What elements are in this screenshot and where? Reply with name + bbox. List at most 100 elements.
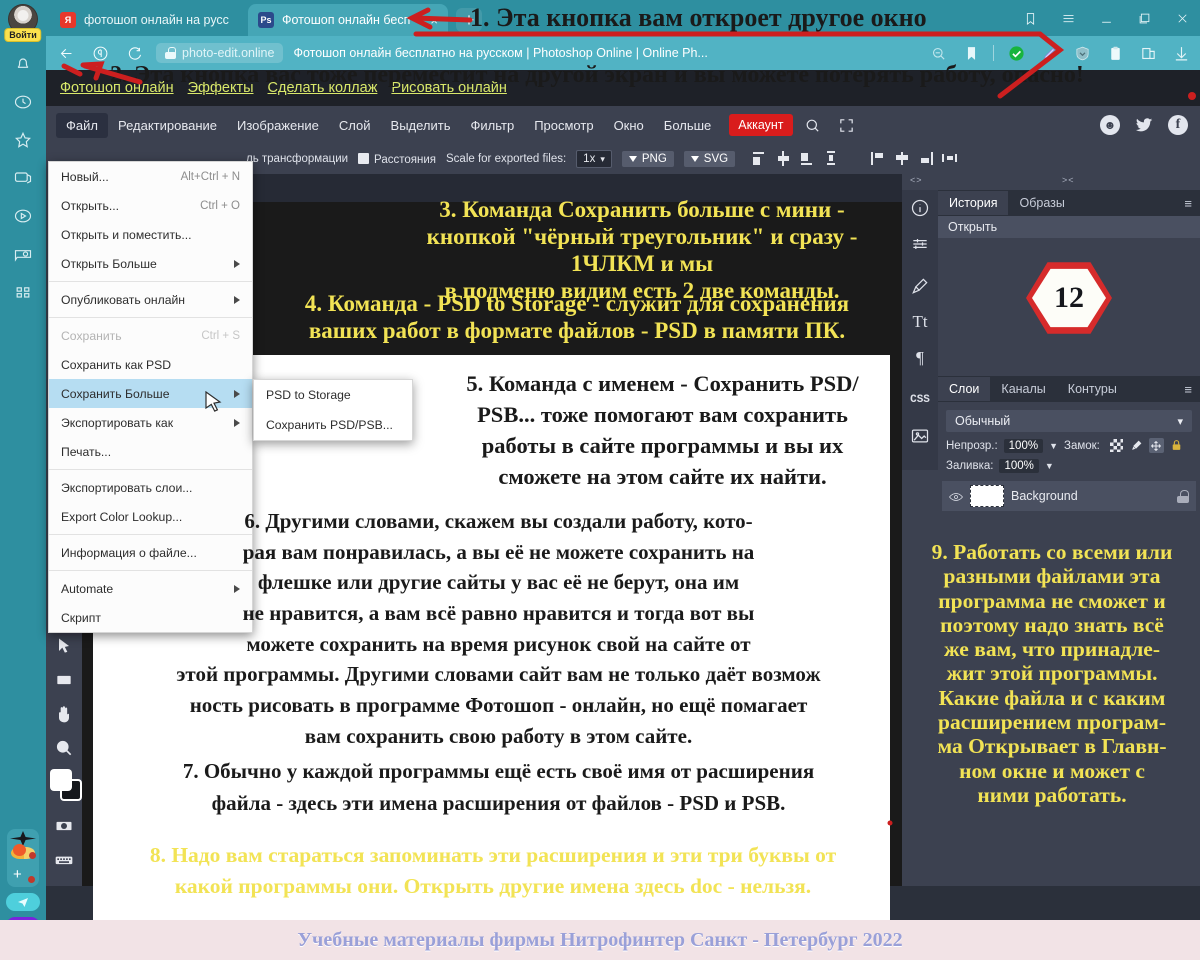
facebook-icon[interactable]: f (1168, 115, 1188, 135)
zoom-icon[interactable] (46, 731, 82, 765)
hand-icon[interactable] (46, 697, 82, 731)
submenu-save-psd-psb[interactable]: Сохранить PSD/PSB... (254, 410, 412, 440)
search-icon[interactable] (799, 112, 827, 138)
info-icon[interactable] (902, 190, 938, 226)
star-icon[interactable] (10, 128, 36, 152)
menu-save-as-psd[interactable]: Сохранить как PSD (49, 350, 252, 379)
menu-item-filter[interactable]: Фильтр (461, 113, 525, 138)
browser-tab-2[interactable]: Ps Фотошоп онлайн бесп × (248, 4, 448, 36)
collapse-left-icon[interactable]: <> (910, 175, 923, 185)
menu-export-layers[interactable]: Экспортировать слои... (49, 473, 252, 502)
close-icon[interactable] (1166, 6, 1198, 30)
add-app-icon[interactable]: + (13, 866, 22, 883)
distribute-vertical-icon[interactable] (823, 150, 841, 168)
brush-icon[interactable] (902, 268, 938, 304)
apps-grid-icon[interactable] (10, 280, 36, 304)
menu-item-edit[interactable]: Редактирование (108, 113, 227, 138)
direct-selection-icon[interactable] (46, 629, 82, 663)
record-icon[interactable] (46, 809, 82, 843)
close-icon[interactable]: × (430, 13, 438, 28)
fullscreen-icon[interactable] (833, 112, 861, 138)
reddit-icon[interactable]: ☻ (1100, 115, 1120, 135)
align-right-icon[interactable] (917, 150, 935, 168)
align-bottom-icon[interactable] (799, 150, 817, 168)
lock-position-icon[interactable] (1148, 438, 1164, 453)
chevron-down-icon[interactable]: ▼ (1045, 461, 1054, 471)
export-png-button[interactable]: PNG (621, 151, 674, 167)
url-chip[interactable]: photo-edit.online (156, 43, 284, 63)
fill-value[interactable]: 100% (999, 459, 1039, 473)
telegram-icon[interactable] (6, 893, 40, 911)
back-arrow-icon[interactable] (54, 41, 78, 65)
submenu-psd-to-storage[interactable]: PSD to Storage (254, 380, 412, 410)
menu-item-window[interactable]: Окно (604, 113, 654, 138)
clock-icon[interactable] (10, 90, 36, 114)
download-icon[interactable] (1170, 42, 1192, 64)
color-swatches-icon[interactable] (46, 765, 82, 809)
zoom-out-icon[interactable] (927, 42, 949, 64)
bookmark-icon[interactable] (1014, 6, 1046, 30)
avatar[interactable]: Войти (3, 4, 43, 42)
tab-channels[interactable]: Каналы (990, 377, 1056, 401)
maximize-icon[interactable] (1128, 6, 1160, 30)
lock-paint-icon[interactable] (1129, 438, 1144, 453)
align-top-icon[interactable] (751, 150, 769, 168)
bookmark-filled-icon[interactable] (960, 42, 982, 64)
distances-checkbox[interactable]: Расстояния (358, 152, 436, 166)
eye-icon[interactable] (949, 490, 963, 502)
menu-open[interactable]: Открыть... Ctrl + O (49, 191, 252, 220)
lock-all-icon[interactable] (1169, 438, 1184, 453)
menu-item-select[interactable]: Выделить (381, 113, 461, 138)
adjustments-icon[interactable] (902, 226, 938, 262)
blend-mode-select[interactable]: Обычный ▾ (946, 410, 1192, 432)
browser-tab-1[interactable]: Я фотошоп онлайн на русс (50, 4, 250, 36)
chevron-down-icon[interactable]: ▼ (1049, 441, 1058, 451)
menu-open-more[interactable]: Открыть Больше (49, 249, 252, 278)
screenshot-icon[interactable] (10, 242, 36, 266)
shield-down-icon[interactable] (1071, 42, 1093, 64)
hamburger-icon[interactable]: ≡ (1184, 196, 1200, 211)
login-badge[interactable]: Войти (4, 28, 42, 42)
menu-icon[interactable] (1052, 6, 1084, 30)
menu-item-image[interactable]: Изображение (227, 113, 329, 138)
tab-paths[interactable]: Контуры (1057, 377, 1128, 401)
tab-images[interactable]: Образы (1008, 191, 1075, 215)
clipboard-icon[interactable] (1104, 42, 1126, 64)
align-left-icon[interactable] (869, 150, 887, 168)
account-button[interactable]: Аккаунт (729, 114, 793, 136)
layer-row-background[interactable]: Background (942, 481, 1196, 511)
scale-select[interactable]: 1x ▾ (576, 150, 612, 168)
history-item-open[interactable]: Открыть (938, 216, 1200, 238)
video-icon[interactable] (10, 204, 36, 228)
collapse-panel-icon[interactable]: >< (1062, 175, 1075, 185)
twitter-icon[interactable] (1134, 115, 1154, 135)
menu-new[interactable]: Новый... Alt+Ctrl + N (49, 162, 252, 191)
hamburger-icon[interactable]: ≡ (1184, 382, 1200, 397)
menu-publish-online[interactable]: Опубликовать онлайн (49, 285, 252, 314)
image-icon[interactable] (902, 418, 938, 454)
tab-history[interactable]: История (938, 191, 1009, 215)
export-svg-button[interactable]: SVG (683, 151, 736, 167)
menu-open-and-place[interactable]: Открыть и поместить... (49, 220, 252, 249)
type-icon[interactable]: Tt (902, 304, 938, 340)
align-vcenter-icon[interactable] (775, 150, 793, 168)
collections-icon[interactable] (10, 166, 36, 190)
css-icon[interactable]: CSS (902, 382, 938, 418)
foreground-color-swatch[interactable] (50, 769, 72, 791)
pen-icon[interactable] (1038, 42, 1060, 64)
menu-item-view[interactable]: Просмотр (524, 113, 603, 138)
yandex-icon[interactable] (88, 41, 112, 65)
bell-icon[interactable] (10, 52, 36, 76)
menu-item-layer[interactable]: Слой (329, 113, 381, 138)
keyboard-icon[interactable] (46, 843, 82, 877)
opacity-value[interactable]: 100% (1003, 438, 1044, 453)
save-more-submenu[interactable]: PSD to Storage Сохранить PSD/PSB... (253, 379, 413, 441)
protect-check-icon[interactable] (1005, 42, 1027, 64)
menu-item-more[interactable]: Больше (654, 113, 722, 138)
align-hcenter-icon[interactable] (893, 150, 911, 168)
distribute-horizontal-icon[interactable] (941, 150, 959, 168)
tab-layers[interactable]: Слои (938, 377, 991, 401)
extensions-icon[interactable] (1137, 42, 1159, 64)
lock-transparency-icon[interactable] (1109, 438, 1124, 453)
paragraph-icon[interactable]: ¶ (902, 340, 938, 376)
